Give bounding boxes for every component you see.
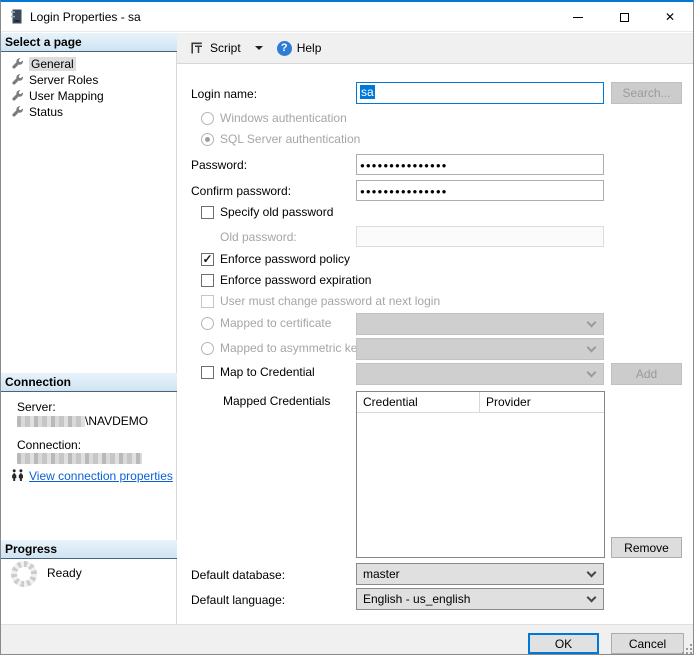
select-a-page-header: Select a page [1, 33, 177, 52]
sidebar-item-status[interactable]: Status [7, 104, 67, 120]
sidebar-item-label: User Mapping [29, 89, 104, 103]
map-to-credential-label: Map to Credential [220, 365, 315, 379]
table-header-row: Credential Provider [357, 392, 604, 413]
help-button[interactable]: ? Help [273, 38, 326, 59]
wrench-icon [11, 106, 24, 119]
connection-properties-icon [11, 469, 25, 485]
cancel-button[interactable]: Cancel [611, 633, 684, 654]
default-language-label: Default language: [191, 593, 285, 607]
server-icon [11, 9, 22, 24]
login-name-value: sa [360, 85, 375, 99]
dialog-footer: OK Cancel [1, 624, 694, 655]
sidebar-item-label: Server Roles [29, 73, 98, 87]
must-change-password-checkbox [201, 295, 214, 308]
sidebar: Select a page General Server Roles User … [1, 33, 177, 624]
help-label: Help [297, 41, 322, 55]
view-connection-properties-link[interactable]: View connection properties [29, 469, 173, 483]
default-database-combobox[interactable]: master [356, 563, 604, 585]
password-masked-value: ●●●●●●●●●●●●●●● [360, 161, 447, 170]
script-icon [191, 42, 205, 55]
sidebar-item-server-roles[interactable]: Server Roles [7, 72, 102, 88]
confirm-password-masked-value: ●●●●●●●●●●●●●●● [360, 187, 447, 196]
confirm-password-label: Confirm password: [191, 184, 291, 198]
ok-button[interactable]: OK [528, 633, 599, 654]
confirm-password-input[interactable]: ●●●●●●●●●●●●●●● [356, 180, 604, 201]
minimize-icon [573, 17, 583, 18]
sidebar-item-label: Status [29, 105, 63, 119]
enforce-password-expiration-checkbox[interactable] [201, 274, 214, 287]
progress-header: Progress [1, 540, 177, 559]
password-label: Password: [191, 158, 247, 172]
add-button: Add [611, 363, 682, 385]
toolbar: Script ? Help [177, 33, 694, 64]
provider-column-header[interactable]: Provider [480, 392, 604, 412]
must-change-password-label: User must change password at next login [220, 294, 440, 308]
credential-column-header[interactable]: Credential [357, 392, 480, 412]
chevron-down-icon [587, 567, 597, 577]
server-label: Server: [17, 400, 56, 414]
mapped-to-asymmetric-key-label: Mapped to asymmetric key [220, 341, 363, 355]
windows-authentication-label: Windows authentication [220, 111, 347, 125]
minimize-button[interactable] [555, 2, 601, 32]
resize-grip[interactable] [682, 644, 692, 654]
remove-button[interactable]: Remove [611, 537, 682, 558]
redacted-connection-name [17, 453, 142, 464]
default-language-value: English - us_english [363, 592, 470, 606]
login-name-input[interactable]: sa [356, 82, 604, 104]
credential-combobox [356, 363, 604, 385]
check-icon: ✓ [202, 253, 212, 265]
map-to-credential-checkbox[interactable] [201, 366, 214, 379]
old-password-label: Old password: [220, 230, 297, 244]
progress-status: Ready [47, 566, 82, 580]
progress-spinner-icon [11, 561, 37, 587]
specify-old-password-checkbox[interactable] [201, 206, 214, 219]
close-icon: ✕ [665, 11, 675, 23]
wrench-icon [11, 58, 24, 71]
certificate-combobox [356, 313, 604, 335]
maximize-button[interactable] [601, 2, 647, 32]
login-properties-dialog: Login Properties - sa ✕ Select a page Ge… [0, 0, 694, 655]
maximize-icon [620, 13, 629, 22]
server-value: \NAVDEMO [17, 414, 148, 428]
mapped-to-certificate-radio [201, 317, 214, 330]
help-icon: ? [277, 41, 292, 56]
connection-header: Connection [1, 373, 177, 392]
script-label: Script [210, 41, 241, 55]
mapped-to-asymmetric-key-radio [201, 342, 214, 355]
sidebar-item-user-mapping[interactable]: User Mapping [7, 88, 108, 104]
sql-server-authentication-label: SQL Server authentication [220, 132, 360, 146]
mapped-to-certificate-label: Mapped to certificate [220, 316, 331, 330]
connection-label: Connection: [17, 438, 81, 452]
chevron-down-icon [587, 342, 597, 352]
script-button[interactable]: Script [187, 38, 245, 58]
specify-old-password-label: Specify old password [220, 205, 333, 219]
sidebar-item-label: General [29, 57, 76, 71]
sql-server-authentication-radio [201, 133, 214, 146]
enforce-password-policy-label: Enforce password policy [220, 252, 350, 266]
sidebar-item-general[interactable]: General [7, 56, 80, 72]
default-database-value: master [363, 567, 400, 581]
login-name-label: Login name: [191, 87, 257, 101]
mapped-credentials-label: Mapped Credentials [223, 394, 330, 408]
windows-authentication-radio [201, 112, 214, 125]
password-input[interactable]: ●●●●●●●●●●●●●●● [356, 154, 604, 175]
script-dropdown-icon[interactable] [255, 46, 263, 50]
chevron-down-icon [587, 592, 597, 602]
enforce-password-policy-checkbox[interactable]: ✓ [201, 253, 214, 266]
default-database-label: Default database: [191, 568, 285, 582]
enforce-password-expiration-label: Enforce password expiration [220, 273, 371, 287]
wrench-icon [11, 90, 24, 103]
chevron-down-icon [587, 317, 597, 327]
mapped-credentials-table[interactable]: Credential Provider [356, 391, 605, 558]
redacted-server-name [17, 416, 85, 427]
old-password-input [356, 226, 604, 247]
chevron-down-icon [587, 367, 597, 377]
wrench-icon [11, 74, 24, 87]
close-button[interactable]: ✕ [647, 2, 693, 32]
default-language-combobox[interactable]: English - us_english [356, 588, 604, 610]
window-title: Login Properties - sa [30, 10, 141, 24]
asymmetric-key-combobox [356, 338, 604, 360]
search-button: Search... [611, 82, 682, 104]
titlebar: Login Properties - sa ✕ [1, 2, 693, 32]
